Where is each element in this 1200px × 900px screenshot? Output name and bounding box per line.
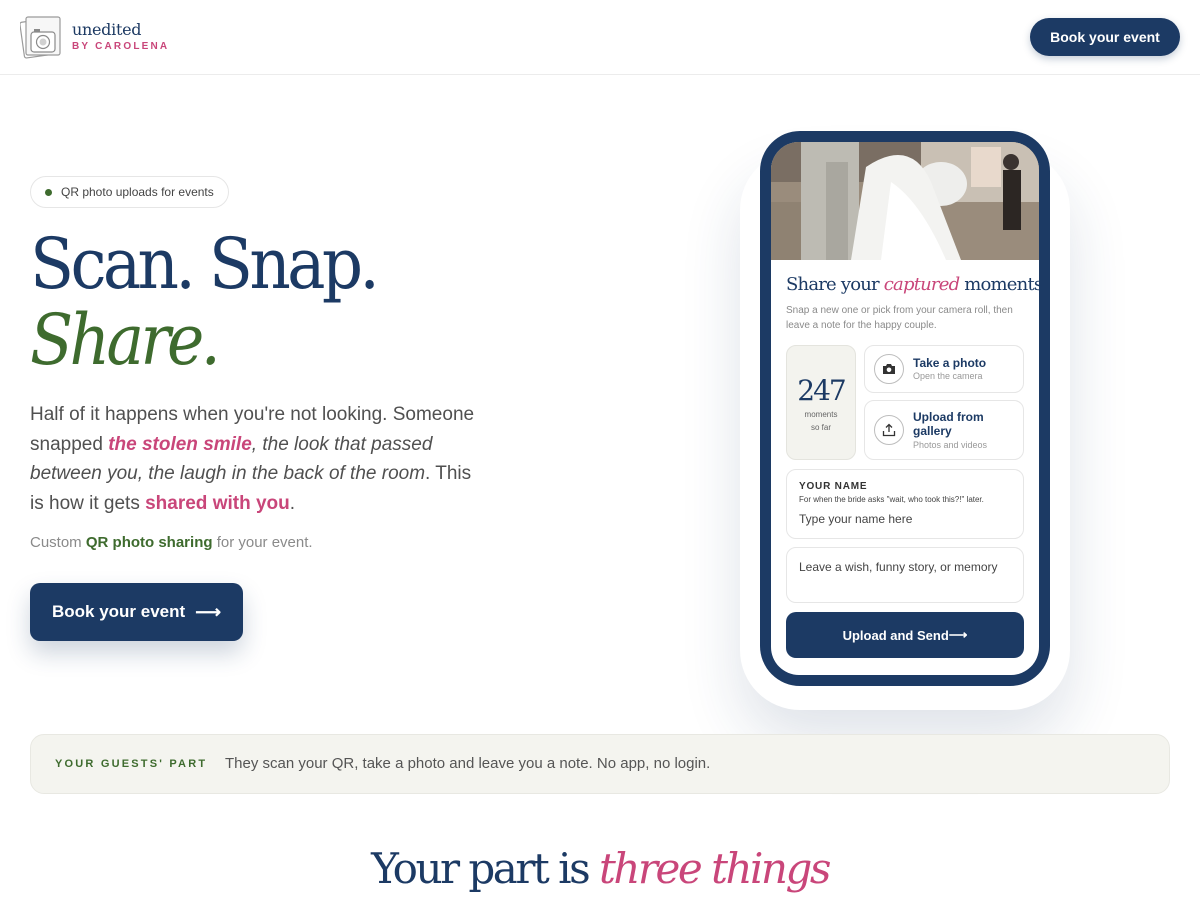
hero-description: Half of it happens when you're not looki… bbox=[30, 400, 490, 518]
header-book-button[interactable]: Book your event bbox=[1030, 18, 1180, 56]
moments-counter: 247 moments so far bbox=[786, 345, 856, 460]
camera-icon bbox=[874, 354, 904, 384]
custom-suffix: for your event. bbox=[212, 534, 313, 551]
name-field-card: YOUR NAME For when the bride asks "wait,… bbox=[786, 469, 1024, 539]
share-subtitle: Snap a new one or pick from your camera … bbox=[786, 305, 1013, 331]
lede-text-5: . bbox=[289, 492, 296, 514]
upload-gallery-title: Upload from gallery bbox=[913, 410, 984, 438]
lede-highlight-1: the stolen smile bbox=[108, 433, 252, 455]
guests-part-text: They scan your QR, take a photo and leav… bbox=[225, 755, 711, 772]
upload-gallery-button[interactable]: Upload from gallery Photos and videos bbox=[864, 400, 1024, 460]
share-title: Share your captured moments bbox=[786, 274, 1039, 295]
brand-name: unedited bbox=[72, 20, 142, 39]
phone-mockup: Share your captured moments Snap a new o… bbox=[760, 131, 1050, 686]
section-title-prefix: Your part is bbox=[371, 844, 599, 893]
hero-book-label: Book your event bbox=[51, 602, 186, 621]
share-title-highlight: captured bbox=[883, 274, 960, 295]
arrow-right-icon: ⟶ bbox=[195, 601, 221, 622]
site-header: unedited BY CAROLENA Book your event bbox=[0, 0, 1200, 75]
wedding-photo bbox=[771, 142, 1039, 260]
moments-label-2: so far bbox=[810, 423, 831, 432]
status-dot-icon bbox=[45, 188, 52, 196]
phone-screen: Share your captured moments Snap a new o… bbox=[771, 142, 1039, 675]
name-input[interactable] bbox=[799, 512, 1014, 526]
custom-prefix: Custom bbox=[30, 534, 86, 551]
moments-count: 247 bbox=[797, 374, 846, 407]
brand[interactable]: unedited BY CAROLENA bbox=[72, 20, 169, 52]
brand-subtitle: BY CAROLENA bbox=[72, 41, 170, 52]
hero-book-button[interactable]: Book your event ⟶ bbox=[30, 583, 243, 641]
section-title-highlight: three things bbox=[599, 844, 831, 893]
note-input[interactable] bbox=[799, 559, 1009, 597]
take-photo-button[interactable]: Take a photo Open the camera bbox=[864, 345, 1024, 393]
upload-icon bbox=[874, 415, 904, 445]
share-title-suffix: moments bbox=[959, 274, 1039, 295]
guests-part-label: YOUR GUESTS' PART bbox=[55, 758, 208, 770]
upload-send-label: Upload and Send bbox=[842, 627, 949, 643]
note-field-card bbox=[786, 547, 1024, 603]
moments-label-1: moments bbox=[804, 410, 838, 419]
lede-text-3: , the laugh in the back of the room bbox=[137, 463, 426, 484]
feature-pill-label: QR photo uploads for events bbox=[61, 185, 214, 199]
headline-accent: Share. bbox=[30, 299, 221, 381]
take-photo-subtitle: Open the camera bbox=[913, 371, 983, 381]
upload-gallery-subtitle: Photos and videos bbox=[913, 440, 988, 450]
upload-send-button[interactable]: Upload and Send ⟶ bbox=[786, 612, 1024, 658]
feature-pill: QR photo uploads for events bbox=[30, 176, 229, 208]
name-field-label: YOUR NAME bbox=[799, 481, 868, 492]
section-title: Your part is three things bbox=[0, 844, 1200, 893]
headline: Scan. Snap. bbox=[30, 223, 380, 305]
take-photo-title: Take a photo bbox=[913, 356, 987, 370]
name-field-hint: For when the bride asks "wait, who took … bbox=[799, 495, 984, 504]
arrow-right-icon: ⟶ bbox=[948, 627, 968, 642]
guests-part-band: YOUR GUESTS' PART They scan your QR, tak… bbox=[30, 734, 1170, 794]
custom-highlight: QR photo sharing bbox=[85, 534, 213, 551]
custom-note: Custom QR photo sharing for your event. bbox=[30, 534, 313, 551]
camera-logo-icon[interactable] bbox=[19, 14, 62, 60]
share-title-prefix: Share your bbox=[786, 274, 884, 295]
lede-highlight-2: shared with you bbox=[145, 492, 290, 514]
